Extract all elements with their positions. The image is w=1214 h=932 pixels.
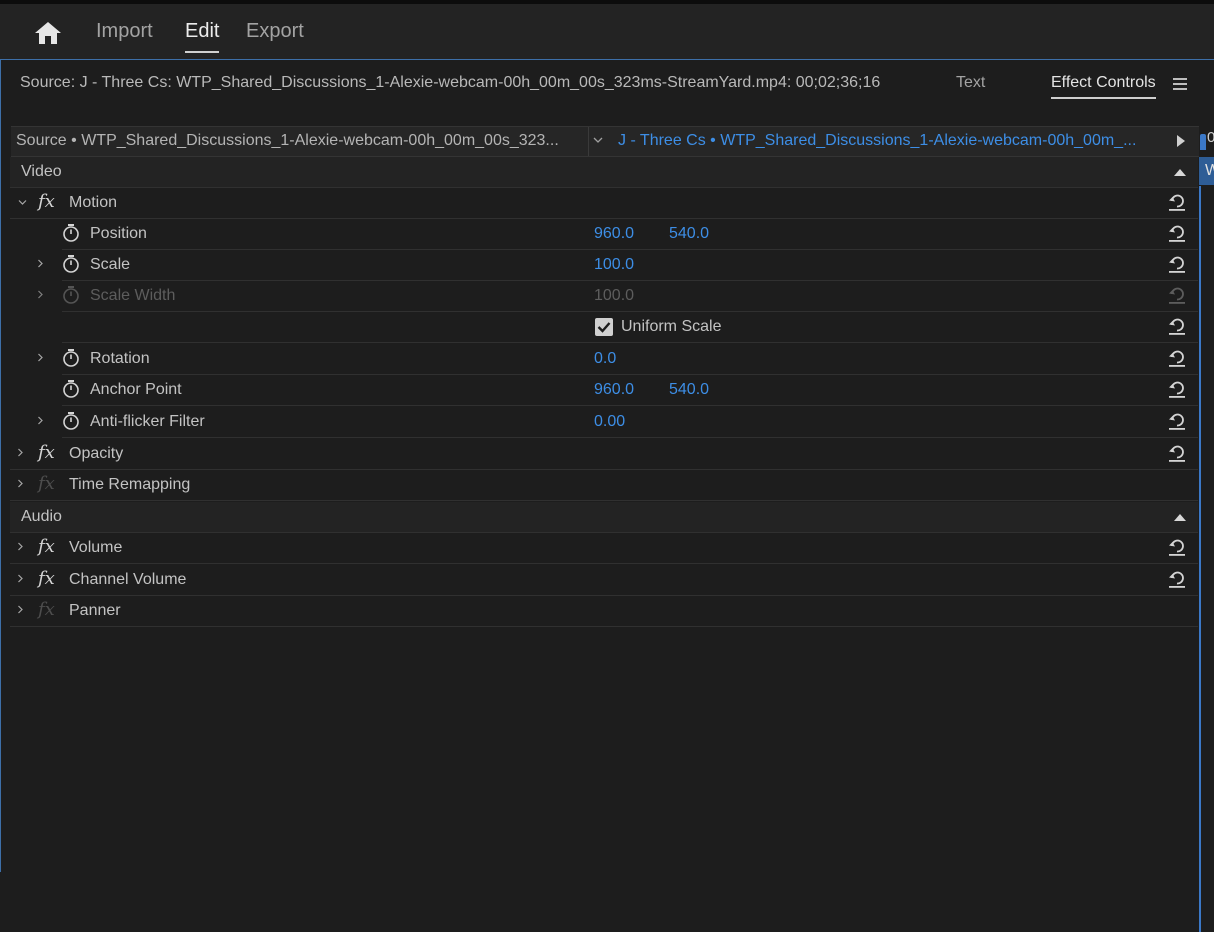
chevron-right-icon[interactable]	[16, 542, 25, 551]
param-label: Scale Width	[90, 287, 176, 304]
chevron-right-icon[interactable]	[16, 605, 25, 614]
master-clip-tab[interactable]: Source • WTP_Shared_Discussions_1-Alexie…	[16, 132, 559, 150]
param-label: Anchor Point	[90, 381, 182, 398]
reset-icon[interactable]	[1168, 443, 1186, 463]
param-label: Position	[90, 225, 147, 242]
home-button[interactable]	[33, 20, 63, 46]
anchor-x-value[interactable]: 960.0	[594, 381, 634, 399]
effect-name: Panner	[69, 602, 121, 619]
sequence-clip-tab[interactable]: J - Three Cs • WTP_Shared_Discussions_1-…	[618, 132, 1136, 150]
timeline-edge	[1199, 186, 1201, 932]
reset-icon[interactable]	[1168, 223, 1186, 243]
uniform-scale-checkbox[interactable]	[595, 318, 613, 336]
effect-opacity: fx Opacity	[10, 439, 1198, 470]
timeline-clip[interactable]: W	[1199, 157, 1214, 185]
uniform-scale-label[interactable]: Uniform Scale	[621, 318, 721, 336]
collapse-up-icon[interactable]	[1174, 514, 1186, 521]
fx-icon[interactable]: fx	[38, 568, 55, 589]
stopwatch-icon[interactable]	[62, 254, 80, 274]
param-label: Scale	[90, 256, 131, 273]
chevron-right-icon[interactable]	[16, 448, 25, 457]
reset-icon[interactable]	[1168, 348, 1186, 368]
checkmark-icon	[597, 322, 611, 333]
rotation-value[interactable]: 0.0	[594, 350, 616, 368]
chevron-right-icon[interactable]	[36, 353, 45, 362]
section-label: Video	[21, 163, 62, 180]
param-anti-flicker: Anti-flicker Filter 0.00	[38, 407, 1198, 438]
home-icon	[35, 22, 61, 44]
position-x-value[interactable]: 960.0	[594, 225, 634, 243]
param-label: Rotation	[90, 350, 150, 367]
reset-icon[interactable]	[1168, 316, 1186, 336]
fx-icon[interactable]: fx	[38, 442, 55, 463]
param-label: Anti-flicker Filter	[90, 413, 205, 430]
effect-time-remapping: fx Time Remapping	[10, 470, 1198, 501]
effect-volume: fx Volume	[10, 533, 1198, 564]
section-label: Audio	[21, 508, 62, 525]
tab-import[interactable]: Import	[96, 20, 153, 43]
timeline-tick: 0	[1207, 129, 1214, 146]
effect-name: Volume	[69, 539, 123, 556]
panel-menu-icon[interactable]	[1173, 78, 1187, 90]
effect-panner: fx Panner	[10, 596, 1198, 627]
effect-motion: fx Motion	[10, 188, 1198, 219]
workspace-bar: Import Edit Export	[0, 0, 1214, 59]
panel-header: Source: J - Three Cs: WTP_Shared_Discuss…	[1, 60, 1214, 108]
chevron-right-icon[interactable]	[36, 259, 45, 268]
fx-icon[interactable]: fx	[38, 191, 55, 212]
fx-icon: fx	[38, 599, 55, 620]
playhead-marker[interactable]	[1200, 134, 1206, 150]
anti-flicker-value[interactable]: 0.00	[594, 413, 625, 431]
divider	[588, 127, 589, 156]
stopwatch-icon[interactable]	[62, 379, 80, 399]
param-uniform-scale: Uniform Scale	[62, 312, 1198, 343]
reset-icon[interactable]	[1168, 569, 1186, 589]
reset-icon	[1169, 287, 1185, 304]
reset-icon[interactable]	[1168, 379, 1186, 399]
stopwatch-icon	[63, 286, 79, 304]
tab-export[interactable]: Export	[246, 20, 304, 43]
clip-header: Source • WTP_Shared_Discussions_1-Alexie…	[11, 126, 1199, 157]
tab-edit[interactable]: Edit	[185, 20, 220, 53]
chevron-right-icon[interactable]	[36, 416, 45, 425]
chevron-down-icon[interactable]	[593, 137, 603, 143]
param-anchor-point: Anchor Point 960.0 540.0	[62, 375, 1198, 406]
tab-text[interactable]: Text	[956, 74, 985, 92]
effect-name: Time Remapping	[69, 476, 191, 493]
fx-icon[interactable]: fx	[38, 536, 55, 557]
anchor-y-value[interactable]: 540.0	[669, 381, 709, 399]
section-video: Video	[10, 157, 1198, 188]
section-audio: Audio	[10, 502, 1198, 533]
stopwatch-icon[interactable]	[62, 223, 80, 243]
tab-effect-controls[interactable]: Effect Controls	[1051, 74, 1156, 99]
chevron-down-icon[interactable]	[18, 198, 27, 207]
reset-icon[interactable]	[1168, 192, 1186, 212]
effect-channel-volume: fx Channel Volume	[10, 565, 1198, 596]
chevron-right-icon[interactable]	[36, 290, 45, 299]
reset-icon[interactable]	[1168, 254, 1186, 274]
stopwatch-icon[interactable]	[62, 411, 80, 431]
param-position: Position 960.0 540.0	[62, 219, 1198, 250]
reset-icon[interactable]	[1168, 537, 1186, 557]
param-scale-width: Scale Width 100.0	[38, 281, 1198, 312]
effect-name: Channel Volume	[69, 571, 187, 588]
param-rotation: Rotation 0.0	[38, 344, 1198, 375]
collapse-up-icon[interactable]	[1174, 169, 1186, 176]
source-monitor-tab[interactable]: Source: J - Three Cs: WTP_Shared_Discuss…	[20, 74, 880, 92]
show-timeline-icon[interactable]	[1177, 135, 1185, 147]
scale-width-value: 100.0	[594, 287, 635, 304]
fx-icon: fx	[38, 473, 55, 494]
effect-name: Motion	[69, 194, 118, 211]
position-y-value[interactable]: 540.0	[669, 225, 709, 243]
reset-icon[interactable]	[1168, 411, 1186, 431]
scale-value[interactable]: 100.0	[594, 256, 634, 274]
effect-name: Opacity	[69, 445, 124, 462]
param-scale: Scale 100.0	[38, 250, 1198, 281]
chevron-right-icon[interactable]	[16, 479, 25, 488]
timeline-clip-label: W	[1205, 162, 1214, 179]
chevron-right-icon[interactable]	[16, 574, 25, 583]
stopwatch-icon[interactable]	[62, 348, 80, 368]
